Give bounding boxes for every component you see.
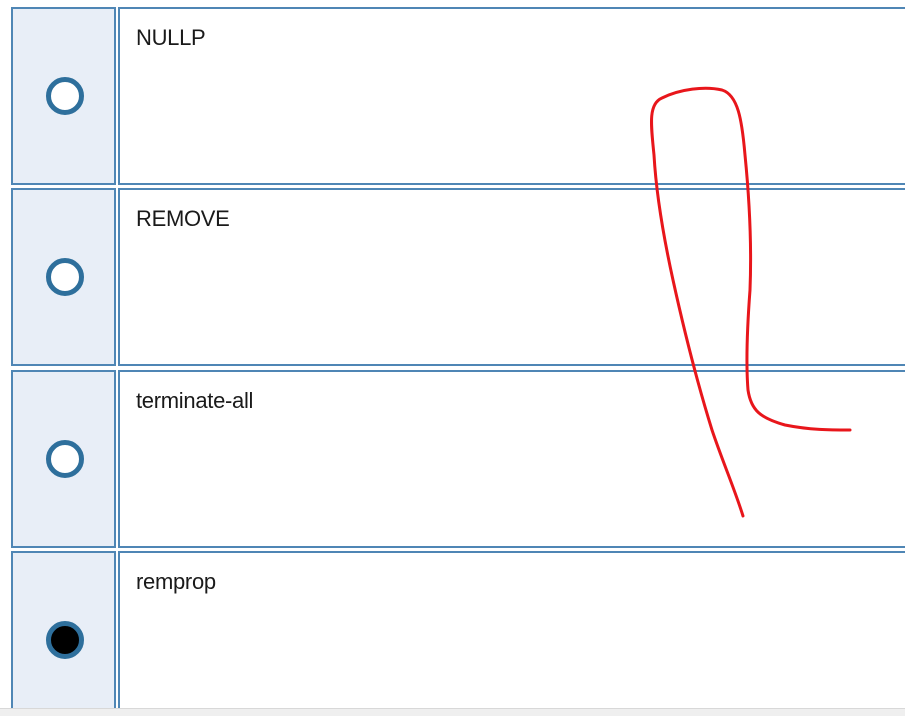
radio-cell[interactable]	[11, 7, 116, 185]
radio-button-selected[interactable]	[46, 621, 84, 659]
radio-cell[interactable]	[11, 188, 116, 366]
option-row-remove[interactable]: REMOVE	[0, 188, 905, 366]
option-label: remprop	[136, 569, 216, 594]
option-row-remprop[interactable]: remprop	[0, 551, 905, 716]
option-label: terminate-all	[136, 388, 254, 413]
option-text-cell[interactable]: REMOVE	[118, 188, 905, 366]
option-label: REMOVE	[136, 206, 230, 231]
radio-button-unselected[interactable]	[46, 258, 84, 296]
answer-options-page: NULLP REMOVE terminate-all remprop	[0, 0, 905, 716]
option-row-terminate-all[interactable]: terminate-all	[0, 370, 905, 548]
option-text-cell[interactable]: terminate-all	[118, 370, 905, 548]
radio-button-unselected[interactable]	[46, 440, 84, 478]
option-text-cell[interactable]: NULLP	[118, 7, 905, 185]
option-row-nullp[interactable]: NULLP	[0, 7, 905, 185]
radio-cell[interactable]	[11, 551, 116, 716]
option-label: NULLP	[136, 25, 206, 50]
radio-button-unselected[interactable]	[46, 77, 84, 115]
option-text-cell[interactable]: remprop	[118, 551, 905, 716]
radio-cell[interactable]	[11, 370, 116, 548]
bottom-scroll-area	[0, 708, 905, 716]
